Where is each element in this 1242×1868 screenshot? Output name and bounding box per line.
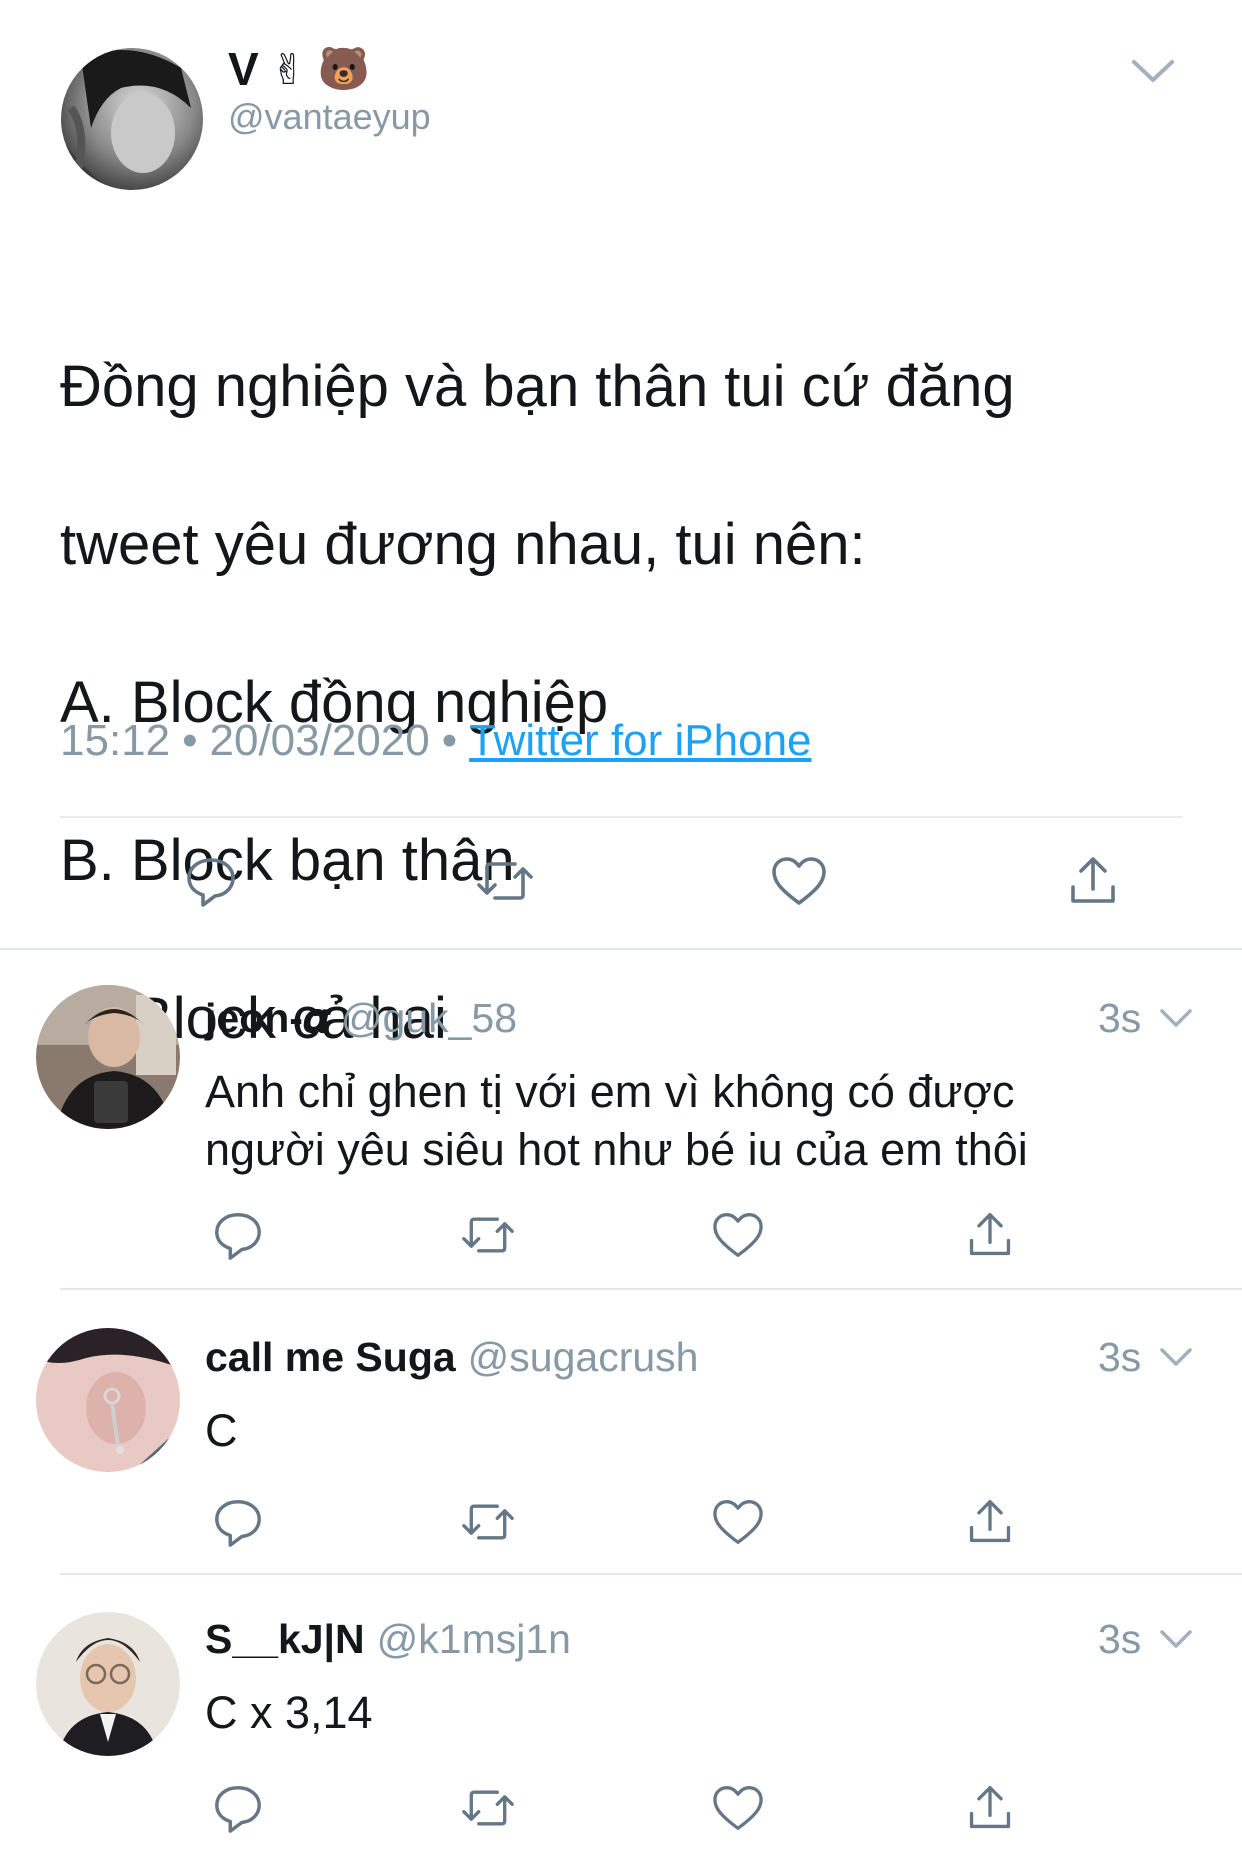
bear-face-emoji-icon: 🐻 xyxy=(317,44,371,92)
retweet-icon[interactable] xyxy=(456,1776,520,1840)
reply-avatar[interactable] xyxy=(36,1328,180,1472)
reply-text: Anh chỉ ghen tị với em vì không có được … xyxy=(205,1063,1145,1179)
reply-author-name[interactable]: jeon-𝜶 xyxy=(205,995,329,1041)
reply-header: S__kJ|N @k1msj1n xyxy=(205,1616,571,1663)
divider xyxy=(0,948,1242,950)
share-icon[interactable] xyxy=(1058,846,1128,916)
meta-separator: • xyxy=(441,716,458,765)
divider xyxy=(60,816,1182,818)
chevron-down-icon[interactable] xyxy=(1158,1342,1194,1372)
reply-avatar[interactable] xyxy=(36,985,180,1129)
share-icon[interactable] xyxy=(958,1490,1022,1554)
retweet-icon[interactable] xyxy=(456,1490,520,1554)
reply-time: 3s xyxy=(1098,995,1142,1041)
retweet-icon[interactable] xyxy=(456,1203,520,1267)
reply-author-handle[interactable]: @k1msj1n xyxy=(377,1616,571,1662)
reply-icon[interactable] xyxy=(176,846,246,916)
reply-author-handle[interactable]: @guk_58 xyxy=(341,995,517,1041)
reply-header: call me Suga @sugacrush xyxy=(205,1334,698,1381)
chevron-down-icon[interactable] xyxy=(1158,1624,1194,1654)
share-icon[interactable] xyxy=(958,1203,1022,1267)
author-display-name: V xyxy=(228,43,259,95)
reply-author-name[interactable]: S__kJ|N xyxy=(205,1616,365,1662)
tweet-text-line: Đồng nghiệp và bạn thân tui cứ đăng xyxy=(60,354,1015,419)
tweet-date: 20/03/2020 xyxy=(209,716,430,765)
share-icon[interactable] xyxy=(958,1776,1022,1840)
reply-text: C x 3,14 xyxy=(205,1684,1145,1742)
like-icon[interactable] xyxy=(764,846,834,916)
reply-icon[interactable] xyxy=(206,1203,270,1267)
like-icon[interactable] xyxy=(706,1776,770,1840)
divider xyxy=(60,1288,1242,1290)
tweet-time: 15:12 xyxy=(60,716,171,765)
reply-author-name[interactable]: call me Suga xyxy=(205,1334,456,1380)
reply-header: jeon-𝜶 @guk_58 xyxy=(205,995,517,1043)
victory-hand-emoji-icon: ✌ xyxy=(270,45,306,93)
reply-text-line: C xyxy=(205,1405,238,1456)
like-icon[interactable] xyxy=(706,1490,770,1554)
reply-icon[interactable] xyxy=(206,1776,270,1840)
chevron-down-icon[interactable] xyxy=(1158,1003,1194,1033)
retweet-icon[interactable] xyxy=(470,846,540,916)
reply-text: C xyxy=(205,1402,1145,1460)
reply-time: 3s xyxy=(1098,1334,1142,1380)
reply-avatar[interactable] xyxy=(36,1612,180,1756)
chevron-down-icon[interactable] xyxy=(1128,52,1178,92)
author-avatar[interactable] xyxy=(61,48,203,190)
reply-text-line: người yêu siêu hot như bé iu của em thôi xyxy=(205,1124,1028,1175)
tweet-meta: 15:12 • 20/03/2020 • Twitter for iPhone xyxy=(60,716,812,766)
divider xyxy=(60,1573,1242,1575)
tweet-actions xyxy=(0,846,1242,916)
reply-icon[interactable] xyxy=(206,1490,270,1554)
author-name[interactable]: V ✌ 🐻 xyxy=(228,42,370,96)
reply-author-handle[interactable]: @sugacrush xyxy=(468,1334,699,1380)
reply-time: 3s xyxy=(1098,1616,1142,1662)
tweet-text-line: tweet yêu đương nhau, tui nên: xyxy=(60,512,866,577)
author-handle[interactable]: @vantaeyup xyxy=(228,96,431,138)
tweet-source-link[interactable]: Twitter for iPhone xyxy=(469,716,811,765)
reply-text-line: C x 3,14 xyxy=(205,1687,373,1738)
reply-text-line: Anh chỉ ghen tị với em vì không có được xyxy=(205,1066,1015,1117)
like-icon[interactable] xyxy=(706,1203,770,1267)
meta-separator: • xyxy=(182,716,198,765)
